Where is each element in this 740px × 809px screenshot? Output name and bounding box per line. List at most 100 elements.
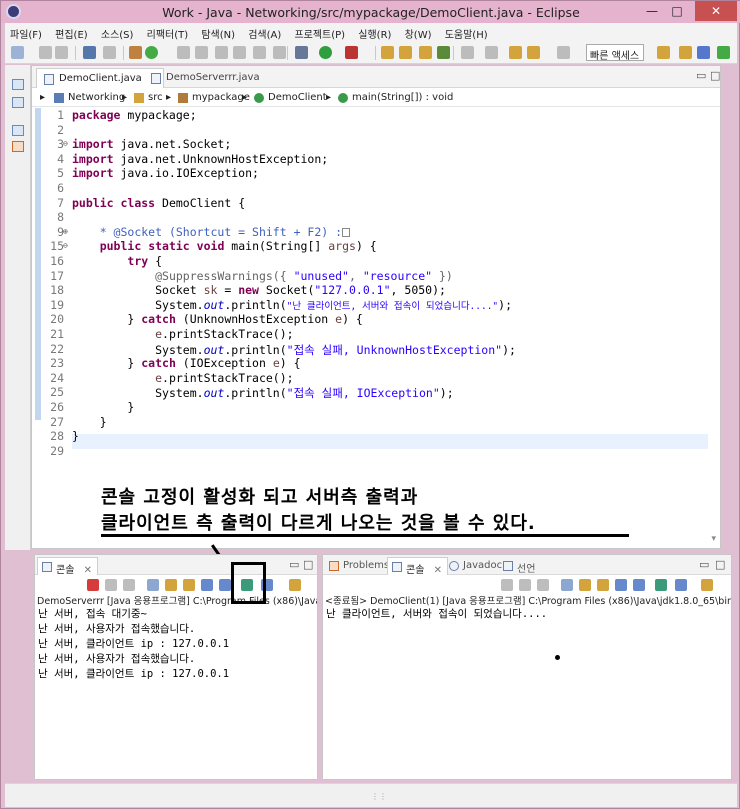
minimize-view-icon[interactable]: ▭	[289, 558, 299, 571]
menu-navigate[interactable]: 탐색(N)	[196, 23, 240, 44]
keyword: import	[72, 137, 114, 151]
back-icon[interactable]	[527, 46, 540, 59]
tab-console[interactable]: 콘솔 ✕	[37, 557, 98, 576]
format-icon[interactable]	[233, 46, 246, 59]
prev-annotation-icon[interactable]	[485, 46, 498, 59]
new-package-icon[interactable]	[381, 46, 394, 59]
launch-icon[interactable]	[145, 46, 158, 59]
save-all-icon[interactable]	[55, 46, 68, 59]
tool-icon[interactable]	[253, 46, 266, 59]
open-console-icon[interactable]	[701, 579, 713, 591]
folded-block-icon[interactable]	[342, 228, 351, 237]
remove-launch-icon[interactable]	[105, 579, 117, 591]
new-icon[interactable]	[11, 46, 24, 59]
forward-icon[interactable]	[557, 46, 570, 59]
show-stderr-icon[interactable]	[633, 579, 645, 591]
word-wrap-icon[interactable]	[183, 579, 195, 591]
menu-search[interactable]: 검색(A)	[243, 23, 286, 44]
toggle-icon[interactable]	[103, 46, 116, 59]
minimize-button[interactable]: —	[641, 1, 663, 21]
search-icon[interactable]	[437, 46, 450, 59]
tab-declaration[interactable]: 선언	[499, 557, 540, 575]
display-console-icon[interactable]	[675, 579, 687, 591]
remove-all-icon[interactable]	[537, 579, 549, 591]
remove-launch-icon[interactable]	[519, 579, 531, 591]
tab-javadoc[interactable]: Javadoc	[445, 557, 507, 575]
menu-edit[interactable]: 편집(E)	[50, 23, 93, 44]
debug-icon[interactable]	[295, 46, 308, 59]
java-perspective-icon[interactable]	[697, 46, 710, 59]
breadcrumb-class[interactable]: DemoClient	[268, 92, 327, 103]
restore-icon[interactable]	[12, 125, 24, 136]
title-bar[interactable]: Work - Java - Networking/src/mypackage/D…	[1, 1, 740, 23]
console-left-output[interactable]: 난 서버, 접속 대기중~ 난 서버, 사용자가 접속했습니다. 난 서버, 클…	[35, 607, 317, 779]
terminate-icon[interactable]	[501, 579, 513, 591]
maximize-view-icon[interactable]: □	[715, 558, 725, 571]
console-right-output[interactable]: 난 클라이언트, 서버와 접속이 되었습니다....	[323, 607, 731, 779]
step-icon[interactable]	[273, 46, 286, 59]
code-area[interactable]: 1 2 3 4 5 6 7 8 9 15 16 17 18 19 20 21 2…	[32, 108, 720, 538]
quick-access-input[interactable]: 빠른 액세스	[586, 44, 644, 62]
scroll-down-icon[interactable]: ▾	[711, 534, 716, 544]
tab-demoserverrr[interactable]: DemoServerrr.java	[144, 68, 264, 88]
terminate-icon[interactable]	[87, 579, 99, 591]
scroll-lock-icon[interactable]	[165, 579, 177, 591]
menu-help[interactable]: 도움말(H)	[440, 23, 493, 44]
run-icon[interactable]	[319, 46, 332, 59]
breadcrumb-method[interactable]: main(String[]) : void	[352, 92, 453, 103]
show-stdout-icon[interactable]	[201, 579, 213, 591]
open-console-icon[interactable]	[289, 579, 301, 591]
minimize-view-icon[interactable]: ▭	[696, 69, 706, 82]
word-wrap-icon[interactable]	[597, 579, 609, 591]
next-annotation-icon[interactable]	[461, 46, 474, 59]
menu-file[interactable]: 파일(F)	[5, 23, 47, 44]
fold-collapse-icon[interactable]: ⊖	[63, 139, 68, 148]
maximize-button[interactable]: □	[665, 1, 689, 21]
breadcrumb-src[interactable]: src	[148, 92, 163, 103]
menu-project[interactable]: 프로젝트(P)	[289, 23, 350, 44]
clear-console-icon[interactable]	[561, 579, 573, 591]
pin-console-icon[interactable]	[655, 579, 667, 591]
mark-icon[interactable]	[215, 46, 228, 59]
menu-window[interactable]: 창(W)	[400, 23, 437, 44]
tab-problems[interactable]: Problems	[325, 557, 394, 575]
show-stderr-icon[interactable]	[219, 579, 231, 591]
breadcrumb-arrow-icon[interactable]: ▸	[122, 92, 127, 103]
build-icon[interactable]	[129, 46, 142, 59]
print-icon[interactable]	[83, 46, 96, 59]
breadcrumb-arrow-icon[interactable]: ▸	[40, 92, 45, 103]
tab-console[interactable]: 콘솔 ✕	[387, 557, 448, 576]
debug-perspective-icon[interactable]	[717, 46, 730, 59]
breadcrumb-project[interactable]: Networking	[68, 92, 125, 103]
fold-collapse-icon[interactable]: ⊖	[63, 241, 68, 250]
breadcrumb-arrow-icon[interactable]: ▸	[166, 92, 171, 103]
open-task-icon[interactable]	[419, 46, 432, 59]
breadcrumb-arrow-icon[interactable]: ▸	[242, 92, 247, 103]
java-ee-perspective-icon[interactable]	[679, 46, 692, 59]
scroll-lock-icon[interactable]	[579, 579, 591, 591]
edit-icon[interactable]	[195, 46, 208, 59]
last-edit-icon[interactable]	[509, 46, 522, 59]
maximize-view-icon[interactable]: □	[303, 558, 313, 571]
show-stdout-icon[interactable]	[615, 579, 627, 591]
open-perspective-icon[interactable]	[657, 46, 670, 59]
breadcrumb-arrow-icon[interactable]: ▸	[326, 92, 331, 103]
fold-expand-icon[interactable]: ⊕	[63, 227, 68, 236]
remove-all-icon[interactable]	[123, 579, 135, 591]
outline-icon[interactable]	[12, 141, 24, 152]
menu-refactor[interactable]: 리팩터(T)	[142, 23, 194, 44]
menu-run[interactable]: 실행(R)	[353, 23, 396, 44]
save-icon[interactable]	[39, 46, 52, 59]
minimize-view-icon[interactable]: ▭	[699, 558, 709, 571]
open-type-icon[interactable]	[399, 46, 412, 59]
close-button[interactable]: ✕	[695, 1, 737, 21]
clear-console-icon[interactable]	[147, 579, 159, 591]
resize-grip-icon[interactable]: ⋮⋮	[371, 792, 387, 802]
console-left-header: DemoServerrr [Java 응용프로그램] C:\Program Fi…	[37, 596, 317, 607]
external-tools-icon[interactable]	[345, 46, 358, 59]
pin-icon[interactable]	[177, 46, 190, 59]
restore-icon[interactable]	[12, 79, 24, 90]
maximize-view-icon[interactable]: □	[710, 69, 720, 82]
package-explorer-icon[interactable]	[12, 97, 24, 108]
menu-source[interactable]: 소스(S)	[96, 23, 139, 44]
